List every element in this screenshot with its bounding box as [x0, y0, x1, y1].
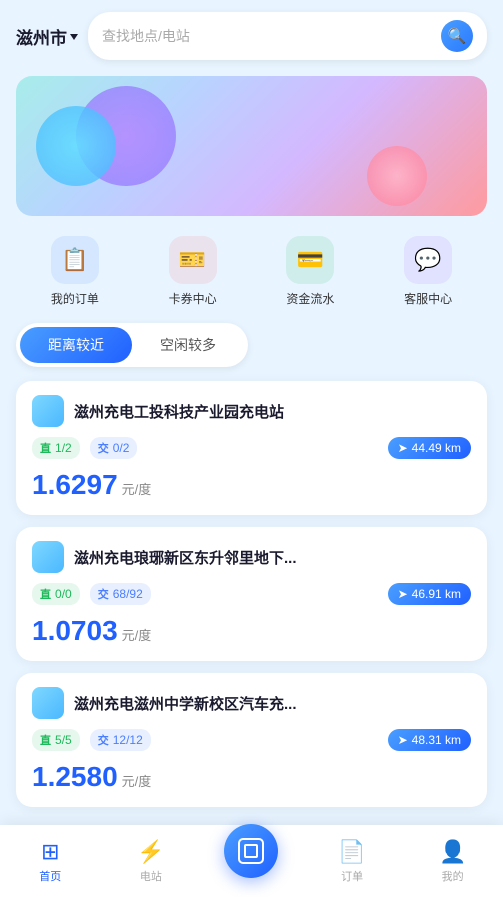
card-header-1: 滋州充电工投科技产业园充电站 — [32, 395, 471, 427]
card-stats-3: 直 5/5 交 12/12 ➤ 48.31 km — [32, 729, 471, 751]
card-header-3: 滋州充电滋州中学新校区汽车充... — [32, 687, 471, 719]
ac-value-1: 0/2 — [113, 441, 130, 455]
bottom-nav-scan[interactable] — [201, 844, 302, 878]
ac-label-2: 交 — [98, 586, 109, 602]
city-name: 滋州市 — [16, 24, 67, 49]
dc-badge-2: 直 0/0 — [32, 583, 80, 605]
dc-value-3: 5/5 — [55, 733, 72, 747]
card-stats-2: 直 0/0 交 68/92 ➤ 46.91 km — [32, 583, 471, 605]
station-icon-1 — [32, 395, 64, 427]
distance-value-1: 44.49 km — [412, 441, 461, 455]
station-icon-3 — [32, 687, 64, 719]
tab-idle[interactable]: 空闲较多 — [132, 327, 244, 363]
station-name-2: 滋州充电琅琊新区东升邻里地下... — [74, 547, 471, 568]
nav-item-service[interactable]: 💬 客服中心 — [404, 236, 452, 307]
ac-badge-3: 交 12/12 — [90, 729, 151, 751]
scan-icon — [238, 838, 264, 864]
navigation-icon-2: ➤ — [398, 587, 408, 601]
banner — [16, 76, 487, 216]
station-card-2[interactable]: 滋州充电琅琊新区东升邻里地下... 直 0/0 交 68/92 ➤ — [16, 527, 487, 661]
home-icon: ⊞ — [41, 839, 59, 865]
stations-list: 滋州充电工投科技产业园充电站 直 1/2 交 0/2 ➤ 44.4 — [0, 381, 503, 807]
nav-label-service: 客服中心 — [404, 290, 452, 307]
orders-icon: 📋 — [51, 236, 99, 284]
station-card-3[interactable]: 滋州充电滋州中学新校区汽车充... 直 5/5 交 12/12 ➤ — [16, 673, 487, 807]
ac-label-3: 交 — [98, 732, 109, 748]
nav-label-orders: 我的订单 — [51, 290, 99, 307]
quick-nav: 📋 我的订单 🎫 卡券中心 💳 资金流水 💬 客服中心 — [0, 228, 503, 323]
station-icon-nav: ⚡ — [137, 839, 164, 865]
bottom-nav-home[interactable]: ⊞ 首页 — [0, 839, 101, 884]
home-label: 首页 — [39, 868, 61, 884]
ac-value-3: 12/12 — [113, 733, 143, 747]
dc-label-2: 直 — [40, 586, 51, 602]
dc-badge-3: 直 5/5 — [32, 729, 80, 751]
search-bar[interactable]: 查找地点/电站 🔍 — [88, 12, 487, 60]
distance-badge-2: ➤ 46.91 km — [388, 583, 471, 605]
price-unit-1: 元/度 — [122, 479, 152, 498]
dc-label-3: 直 — [40, 732, 51, 748]
price-row-2: 1.0703 元/度 — [32, 615, 471, 647]
station-icon-2 — [32, 541, 64, 573]
banner-blob-2 — [36, 106, 116, 186]
bottom-nav-profile[interactable]: 👤 我的 — [402, 839, 503, 884]
price-row-3: 1.2580 元/度 — [32, 761, 471, 793]
station-card-1[interactable]: 滋州充电工投科技产业园充电站 直 1/2 交 0/2 ➤ 44.4 — [16, 381, 487, 515]
station-label: 电站 — [140, 868, 162, 884]
ac-badge-2: 交 68/92 — [90, 583, 151, 605]
dc-label-1: 直 — [40, 440, 51, 456]
cards-icon: 🎫 — [169, 236, 217, 284]
profile-label: 我的 — [442, 868, 464, 884]
distance-badge-1: ➤ 44.49 km — [388, 437, 471, 459]
station-name-3: 滋州充电滋州中学新校区汽车充... — [74, 693, 471, 714]
price-row-1: 1.6297 元/度 — [32, 469, 471, 501]
card-header-2: 滋州充电琅琊新区东升邻里地下... — [32, 541, 471, 573]
city-selector[interactable]: 滋州市 — [16, 24, 78, 49]
banner-blob-3 — [367, 146, 427, 206]
price-main-3: 1.2580 — [32, 761, 118, 793]
profile-icon: 👤 — [439, 839, 466, 865]
dc-value-2: 0/0 — [55, 587, 72, 601]
nav-item-funds[interactable]: 💳 资金流水 — [286, 236, 334, 307]
ac-label-1: 交 — [98, 440, 109, 456]
nav-label-cards: 卡券中心 — [169, 290, 217, 307]
navigation-icon-1: ➤ — [398, 441, 408, 455]
nav-label-funds: 资金流水 — [286, 290, 334, 307]
nav-item-cards[interactable]: 🎫 卡券中心 — [169, 236, 217, 307]
dc-badge-1: 直 1/2 — [32, 437, 80, 459]
distance-value-2: 46.91 km — [412, 587, 461, 601]
station-name-1: 滋州充电工投科技产业园充电站 — [74, 401, 471, 422]
distance-value-3: 48.31 km — [412, 733, 461, 747]
distance-badge-3: ➤ 48.31 km — [388, 729, 471, 751]
search-button[interactable]: 🔍 — [441, 20, 473, 52]
card-stats-1: 直 1/2 交 0/2 ➤ 44.49 km — [32, 437, 471, 459]
filter-tabs: 距离较近 空闲较多 — [16, 323, 248, 367]
navigation-icon-3: ➤ — [398, 733, 408, 747]
price-main-1: 1.6297 — [32, 469, 118, 501]
ac-badge-1: 交 0/2 — [90, 437, 138, 459]
scan-button[interactable] — [224, 824, 278, 878]
funds-icon: 💳 — [286, 236, 334, 284]
orders-nav-icon: 📄 — [338, 839, 365, 865]
price-unit-3: 元/度 — [122, 771, 152, 790]
bottom-nav: ⊞ 首页 ⚡ 电站 📄 订单 👤 我的 — [0, 825, 503, 897]
search-placeholder: 查找地点/电站 — [102, 26, 433, 46]
header: 滋州市 查找地点/电站 🔍 — [0, 0, 503, 72]
price-unit-2: 元/度 — [122, 625, 152, 644]
service-icon: 💬 — [404, 236, 452, 284]
bottom-nav-orders[interactable]: 📄 订单 — [302, 839, 403, 884]
price-main-2: 1.0703 — [32, 615, 118, 647]
tab-distance[interactable]: 距离较近 — [20, 327, 132, 363]
dc-value-1: 1/2 — [55, 441, 72, 455]
nav-item-orders[interactable]: 📋 我的订单 — [51, 236, 99, 307]
chevron-down-icon — [70, 34, 78, 40]
orders-nav-label: 订单 — [341, 868, 363, 884]
ac-value-2: 68/92 — [113, 587, 143, 601]
bottom-nav-station[interactable]: ⚡ 电站 — [101, 839, 202, 884]
